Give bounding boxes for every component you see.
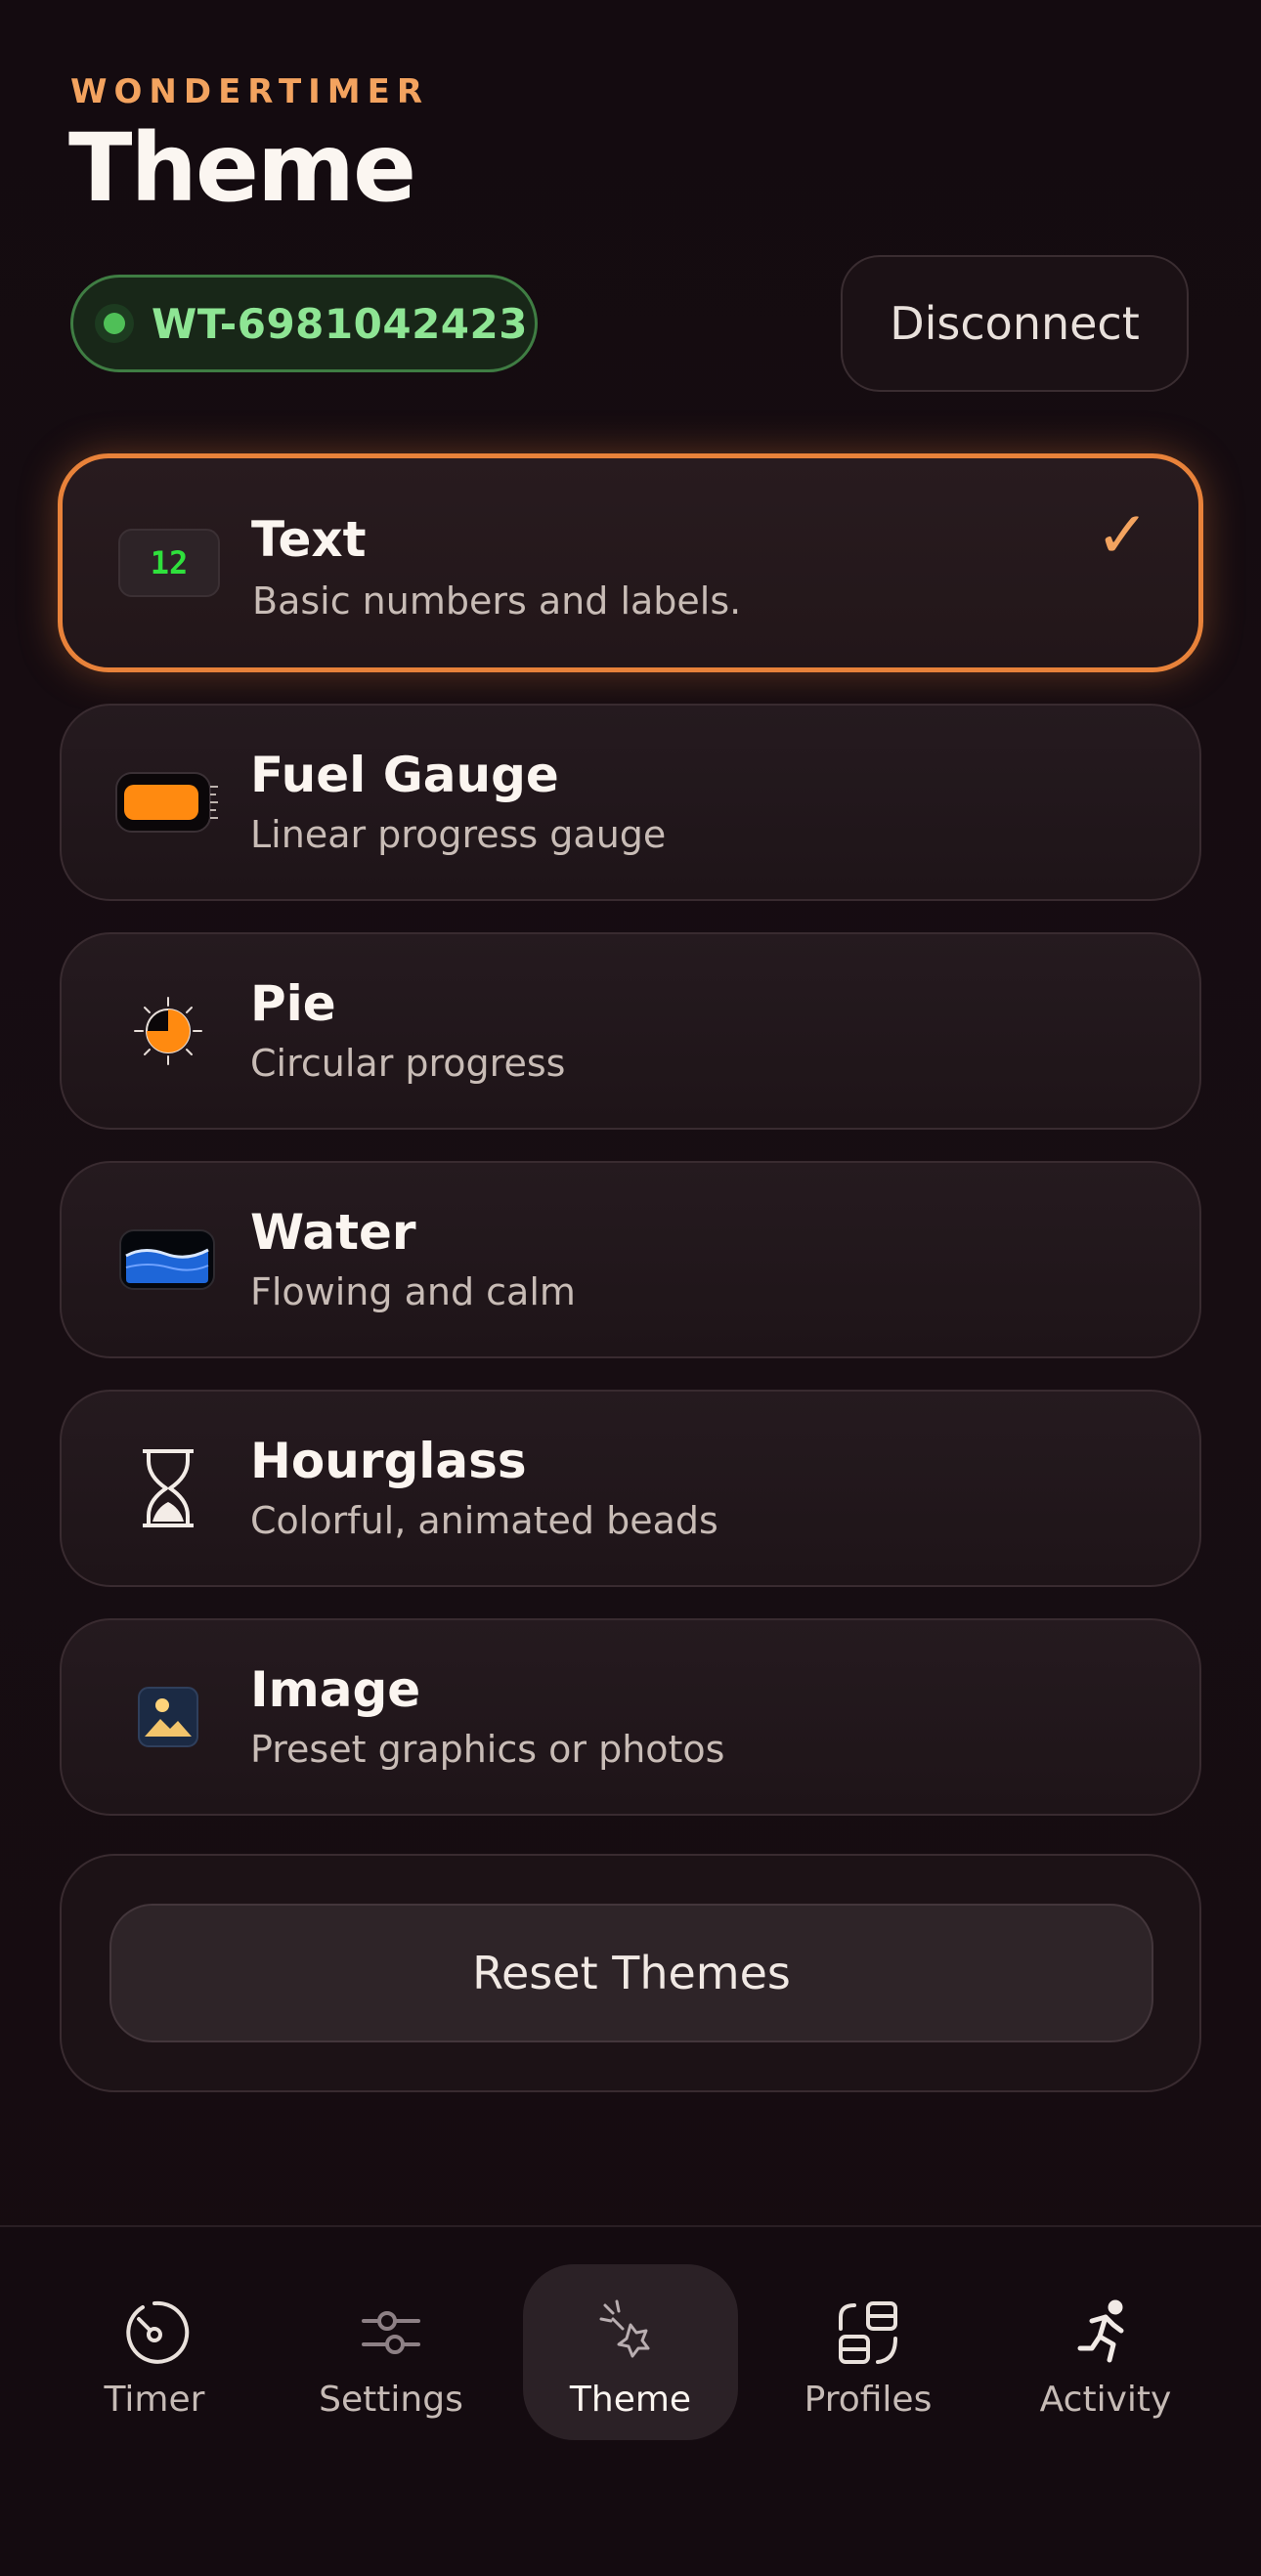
theme-name: Text <box>251 511 367 568</box>
device-id: WT-6981042423 <box>152 299 528 348</box>
theme-card-text[interactable]: 12 Text Basic numbers and labels. ✓ <box>58 453 1203 672</box>
tab-theme[interactable]: Theme <box>523 2264 738 2440</box>
disconnect-button[interactable]: Disconnect <box>841 255 1189 392</box>
theme-name: Image <box>250 1661 421 1718</box>
theme-screen: WONDERTIMER Theme WT-6981042423 Disconne… <box>0 0 1261 2576</box>
theme-description: Linear progress gauge <box>250 813 667 856</box>
number-12-icon: 12 <box>115 526 223 600</box>
battery-gauge-icon <box>114 765 222 839</box>
image-icon <box>114 1680 222 1754</box>
theme-description: Colorful, animated beads <box>250 1499 718 1542</box>
tab-label: Activity <box>1039 2380 1172 2420</box>
tab-label: Settings <box>319 2380 463 2420</box>
theme-description: Flowing and calm <box>250 1270 576 1313</box>
theme-sparkle-icon <box>599 2299 650 2358</box>
running-person-icon <box>1077 2299 1124 2363</box>
tab-profiles[interactable]: Profiles <box>761 2264 976 2440</box>
reset-panel: Reset Themes <box>60 1854 1201 2092</box>
device-status-pill: WT-6981042423 <box>70 275 538 372</box>
bottom-tab-bar: Timer Settings Theme Profiles Activity <box>0 2225 1261 2576</box>
theme-card-pie[interactable]: Pie Circular progress <box>60 932 1201 1130</box>
tab-timer[interactable]: Timer <box>47 2264 262 2440</box>
tab-label: Profiles <box>804 2380 933 2420</box>
sliders-icon <box>362 2311 420 2354</box>
theme-name: Pie <box>250 975 336 1032</box>
reset-themes-button[interactable]: Reset Themes <box>109 1904 1153 2042</box>
timer-icon <box>126 2300 190 2364</box>
theme-description: Preset graphics or photos <box>250 1728 725 1771</box>
page-title: Theme <box>68 113 416 223</box>
theme-card-hourglass[interactable]: Hourglass Colorful, animated beads <box>60 1390 1201 1587</box>
tab-settings[interactable]: Settings <box>283 2264 499 2440</box>
theme-card-image[interactable]: Image Preset graphics or photos <box>60 1618 1201 1816</box>
theme-name: Fuel Gauge <box>250 747 559 803</box>
water-wave-icon <box>114 1223 222 1297</box>
theme-name: Hourglass <box>250 1433 527 1489</box>
theme-name: Water <box>250 1204 416 1261</box>
theme-card-water[interactable]: Water Flowing and calm <box>60 1161 1201 1358</box>
theme-card-fuel-gauge[interactable]: Fuel Gauge Linear progress gauge <box>60 704 1201 901</box>
pie-progress-icon <box>114 994 222 1068</box>
theme-description: Basic numbers and labels. <box>252 580 742 623</box>
hourglass-icon <box>114 1449 222 1527</box>
tab-label: Timer <box>104 2380 205 2420</box>
theme-description: Circular progress <box>250 1042 566 1085</box>
tab-activity[interactable]: Activity <box>998 2264 1213 2440</box>
profiles-icon <box>839 2301 897 2364</box>
connected-dot-icon <box>95 304 134 343</box>
app-brand: WONDERTIMER <box>70 72 430 111</box>
tab-label: Theme <box>569 2380 692 2420</box>
selected-check-icon: ✓ <box>1095 497 1150 573</box>
